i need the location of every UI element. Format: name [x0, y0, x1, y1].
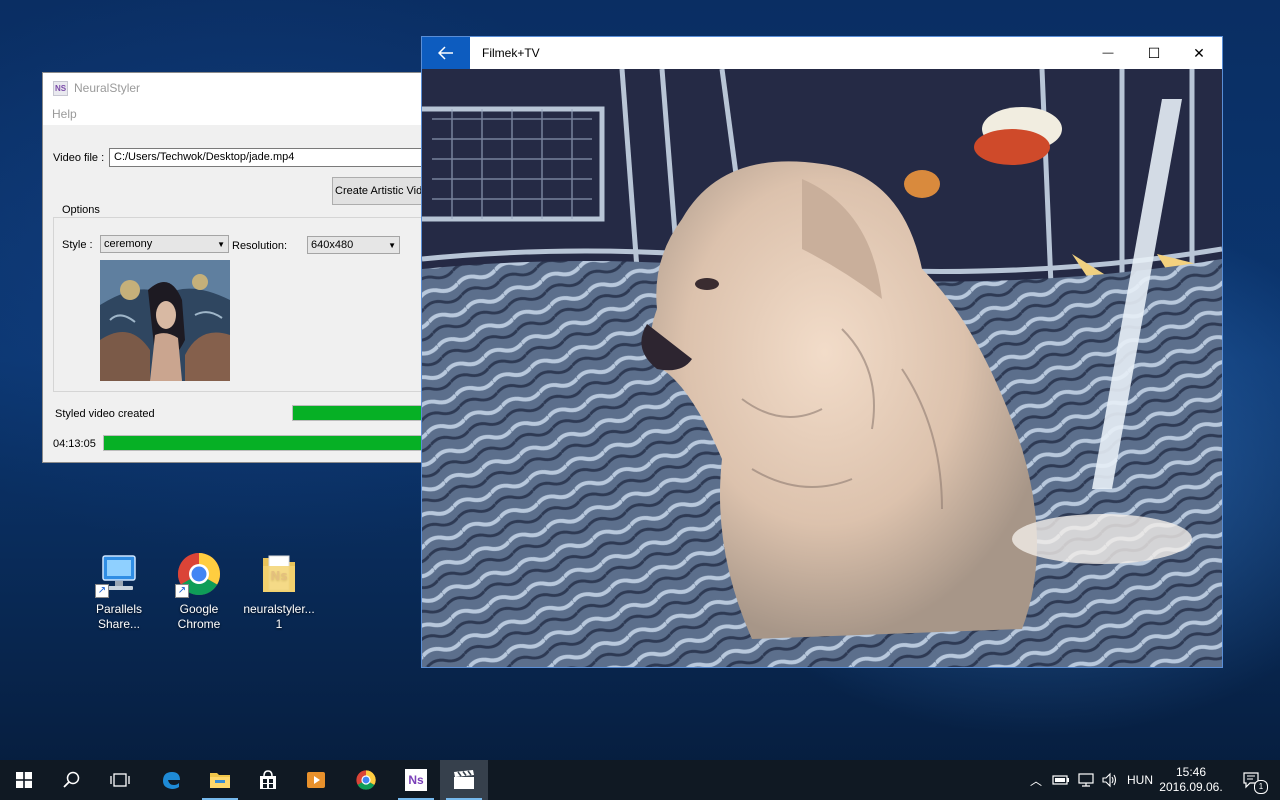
search-icon	[63, 771, 80, 788]
back-arrow-icon	[438, 46, 453, 60]
video-file-input[interactable]: C:/Users/Techwok/Desktop/jade.mp4	[109, 148, 431, 167]
maximize-button[interactable]: ☐	[1131, 37, 1177, 69]
resolution-select-value: 640x480	[311, 239, 354, 251]
taskbar-store[interactable]	[244, 760, 292, 800]
menu-help[interactable]: Help	[52, 107, 77, 121]
film-tv-titlebar[interactable]: Filmek+TV — ☐ ✕	[422, 37, 1222, 69]
desktop-icon-label: Chrome	[177, 617, 221, 631]
resolution-select[interactable]: 640x480 ▼	[307, 236, 400, 254]
film-tv-window: Filmek+TV — ☐ ✕	[421, 36, 1223, 668]
maximize-icon: ☐	[1147, 44, 1161, 61]
task-view-icon	[110, 773, 130, 787]
film-clapper-icon	[454, 770, 474, 789]
status-progress-bar	[292, 405, 431, 421]
dropdown-arrow-icon: ▼	[388, 240, 396, 250]
chrome-icon	[356, 770, 376, 790]
resolution-label: Resolution:	[232, 240, 288, 252]
minimize-icon: —	[1102, 47, 1114, 59]
tray-language[interactable]: HUN	[1127, 760, 1153, 800]
stylized-dog-video-image	[422, 69, 1222, 667]
taskbar-chrome[interactable]	[342, 760, 390, 800]
close-icon: ✕	[1193, 44, 1205, 61]
status-text: Styled video created	[55, 408, 155, 420]
taskbar-media-player[interactable]	[292, 760, 340, 800]
tray-network[interactable]	[1077, 760, 1095, 800]
taskbar-file-explorer[interactable]	[196, 760, 244, 800]
media-player-icon	[307, 772, 325, 788]
video-file-label: Video file :	[53, 152, 105, 164]
close-button[interactable]: ✕	[1176, 37, 1222, 69]
neuralstyler-window: NS NeuralStyler Help Video file : C:/Use…	[42, 72, 432, 463]
task-view-button[interactable]	[96, 760, 144, 800]
create-artistic-video-button[interactable]: Create Artistic Video	[332, 177, 431, 205]
chevron-up-icon: ︿	[1030, 773, 1043, 788]
clock-time: 15:46	[1175, 765, 1207, 779]
action-center-button[interactable]: 1	[1232, 760, 1272, 800]
clock-date: 2016.09.06.	[1159, 780, 1223, 794]
shortcut-arrow-icon: ↗	[95, 584, 109, 598]
tray-volume[interactable]	[1101, 760, 1119, 800]
style-label: Style :	[62, 239, 93, 251]
show-hidden-icons-button[interactable]: ︿	[1030, 760, 1042, 800]
desktop-icon-label: neuralstyler...	[243, 602, 315, 616]
battery-icon	[1052, 775, 1069, 785]
taskbar-neuralstyler[interactable]: Ns	[392, 760, 440, 800]
edge-icon	[163, 772, 180, 789]
options-label: Options	[60, 204, 102, 216]
neuralstyler-titlebar[interactable]: NS NeuralStyler	[43, 73, 431, 103]
elapsed-time: 04:13:05	[53, 438, 96, 450]
style-preview-image	[100, 260, 230, 381]
desktop-icon-chrome[interactable]: ↗ Google Chrome	[161, 550, 237, 632]
file-explorer-icon	[210, 773, 230, 788]
desktop-icon-neuralstyler-folder[interactable]: Ns neuralstyler... 1	[241, 550, 317, 632]
tray-clock[interactable]: 15:46 2016.09.06.	[1159, 760, 1223, 800]
folder-icon: Ns	[255, 550, 303, 598]
neuralstyler-logo-icon: NS	[53, 80, 68, 96]
window-title: NeuralStyler	[74, 81, 141, 95]
taskbar: Ns ︿ HUN 15:46 2016.09.06. 1	[0, 760, 1280, 800]
windows-logo-icon	[16, 772, 32, 788]
neuralstyler-app-icon: Ns	[405, 769, 427, 791]
dropdown-arrow-icon: ▼	[217, 239, 225, 249]
menubar: Help	[43, 103, 431, 125]
tray-battery[interactable]	[1052, 760, 1070, 800]
desktop-icon-label: Google	[179, 602, 219, 616]
minimize-button[interactable]: —	[1085, 37, 1131, 69]
elapsed-progress-fill	[104, 436, 431, 450]
parallels-share-icon: ↗	[95, 550, 143, 598]
shortcut-arrow-icon: ↗	[175, 584, 189, 598]
chrome-icon: ↗	[175, 550, 223, 598]
elapsed-progress-bar	[103, 435, 431, 451]
taskbar-edge[interactable]	[147, 760, 195, 800]
back-button[interactable]	[422, 37, 470, 69]
network-icon	[1078, 773, 1094, 787]
start-button[interactable]	[0, 760, 48, 800]
store-icon	[260, 770, 276, 789]
style-select-value: ceremony	[104, 238, 153, 250]
search-button[interactable]	[48, 760, 96, 800]
style-select[interactable]: ceremony ▼	[100, 235, 229, 253]
volume-icon	[1102, 772, 1117, 788]
notification-count-badge: 1	[1254, 780, 1268, 794]
desktop-icon-label: Share...	[97, 617, 141, 631]
status-progress-fill	[293, 406, 431, 420]
desktop-icon-parallels[interactable]: ↗ Parallels Share...	[81, 550, 157, 632]
window-title: Filmek+TV	[482, 46, 540, 60]
taskbar-film-tv[interactable]	[440, 760, 488, 800]
desktop-icon-label: Parallels	[95, 602, 143, 616]
desktop-icon-label: 1	[275, 617, 283, 631]
video-frame[interactable]	[422, 69, 1222, 667]
